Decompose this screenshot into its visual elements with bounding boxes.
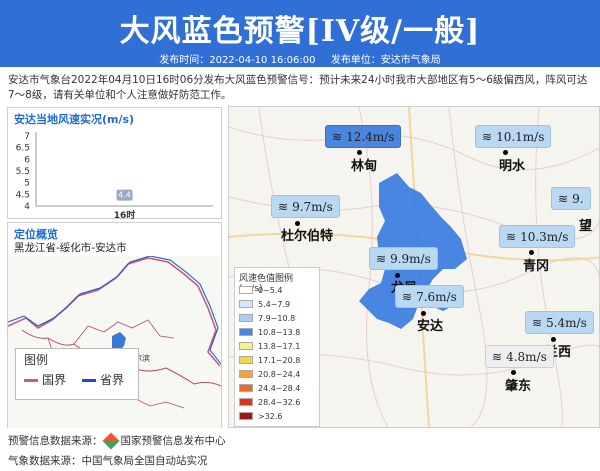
station-tag-longfeng[interactable]: ≋ 9.9m/s [369, 247, 438, 270]
station-tag-lanxi[interactable]: ≋ 5.4m/s [525, 311, 594, 334]
wind-legend-row: 17.1~20.8 [239, 355, 300, 365]
city-label-wang: 望 [579, 219, 593, 234]
legend-range: >32.6 [258, 411, 283, 421]
station-tag-lindian[interactable]: ≋ 12.4m/s [325, 125, 402, 148]
y-tick-label: 6.5 [16, 144, 30, 154]
y-tick-label: 6 [24, 155, 30, 165]
station-speed: 9. [572, 191, 584, 206]
publish-meta: 发布时间：2022-04-10 16:06:00 发布单位：安达市气象局 [0, 51, 600, 66]
legend-province-label: 省界 [100, 373, 125, 387]
station-speed: 10.3m/s [520, 229, 569, 244]
legend-swatch [239, 314, 253, 322]
legend-swatch [239, 412, 253, 420]
warning-source-org[interactable]: 国家预警信息发布中心 [121, 433, 226, 448]
station-speed: 4.8m/s [506, 349, 547, 364]
wind-speed-chart: 7 6.56 5.5 54.5 4 16时 4.4 [16, 132, 213, 219]
publisher: 发布单位：安达市气象局 [330, 55, 441, 66]
wind-icon: ≋ [278, 199, 289, 214]
city-label-mingshui: 明水 [499, 159, 526, 174]
wind-color-legend: 风速色值图例 (m/s) 0~5.4 5.4~7.9 7.9~10.8 10.8… [234, 267, 320, 427]
legend-swatch [239, 356, 253, 364]
legend-range: 10.8~13.8 [258, 327, 301, 337]
legend-range: 7.9~10.8 [258, 313, 296, 323]
country-line-swatch [24, 379, 38, 382]
publish-time: 发布时间：2022-04-10 16:06:00 [159, 55, 316, 66]
legend-swatch [239, 398, 253, 406]
wind-icon: ≋ [482, 129, 493, 144]
warning-source: 预警信息数据来源： 国家预警信息发布中心 [8, 432, 226, 449]
x-tick-label: 16时 [114, 209, 136, 219]
wind-legend-row: 28.4~32.6 [239, 397, 300, 407]
wind-legend-row: 5.4~7.9 [239, 299, 290, 309]
legend-range: 20.8~24.4 [258, 369, 301, 379]
warning-description: 安达市气象台2022年04月10日16时06分发布大风蓝色预警信号：预计未来24… [8, 74, 588, 101]
legend-range: 24.4~28.4 [258, 383, 301, 393]
station-tag-wang[interactable]: ≋ 9. [551, 187, 591, 210]
wind-icon: ≋ [376, 251, 387, 266]
legend-range: 5.4~7.9 [258, 299, 291, 309]
station-speed: 12.4m/s [346, 129, 395, 144]
city-label-lindian: 林甸 [351, 159, 378, 174]
city-label-anda: 安达 [417, 319, 444, 334]
weather-source: 气象数据来源：中国气象局全国自动站实况 [8, 455, 208, 467]
wind-icon: ≋ [558, 191, 569, 206]
wind-legend-row: 10.8~13.8 [239, 327, 300, 337]
station-tag-mingshui[interactable]: ≋ 10.1m/s [475, 125, 552, 148]
station-tag-zhaodong[interactable]: ≋ 4.8m/s [485, 345, 554, 368]
wind-legend-row: 7.9~10.8 [239, 313, 295, 323]
wind-icon: ≋ [506, 229, 517, 244]
legend-swatch [239, 370, 253, 378]
city-label-qinggang: 青冈 [523, 259, 550, 274]
legend-range: 13.8~17.1 [258, 341, 301, 351]
wind-icon: ≋ [492, 349, 503, 364]
station-tag-qinggang[interactable]: ≋ 10.3m/s [499, 225, 576, 248]
legend-swatch [239, 286, 253, 294]
legend-country-label: 国界 [42, 373, 67, 387]
station-speed: 9.7m/s [292, 199, 333, 214]
location-panel: 定位概览 黑龙江省-绥化市-安达市 哈尔滨 图例 国界 省界 [7, 222, 222, 428]
station-speed: 5.4m/s [546, 315, 587, 330]
wind-legend-row: 13.8~17.1 [239, 341, 300, 351]
legend-swatch [239, 342, 253, 350]
legend-swatch [239, 384, 253, 392]
legend-swatch [239, 328, 253, 336]
warning-source-label: 预警信息数据来源： [8, 435, 103, 447]
wind-speed-panel: 安达当地风速实况(m/s) 7 6.5 6 5.5 5 4.5 4 16时 4.4 [7, 107, 222, 219]
y-tick-label: 4 [24, 202, 30, 212]
wind-icon: ≋ [332, 129, 343, 144]
wind-legend-row: >32.6 [239, 411, 283, 421]
city-label-duerbote: 杜尔伯特 [281, 229, 334, 244]
province-line-swatch [82, 379, 96, 382]
station-speed: 10.1m/s [496, 129, 545, 144]
wind-legend-row: 20.8~24.4 [239, 369, 300, 379]
city-label-zhaodong: 肇东 [505, 379, 532, 394]
y-tick-label: 5 [24, 179, 30, 189]
wind-icon: ≋ [402, 289, 413, 304]
main-map[interactable]: ≋ 12.4m/s 林甸 ≋ 10.1m/s 明水 ≋ 9. 望 ≋ 9.7m/… [228, 106, 600, 428]
warning-title: 大风蓝色预警[IV级/一般] [119, 14, 481, 49]
station-speed: 7.6m/s [416, 289, 457, 304]
overview-map[interactable] [8, 256, 221, 428]
legend-range: 0~5.4 [258, 285, 283, 295]
wind-legend-row: 24.4~28.4 [239, 383, 300, 393]
overview-legend-title: 图例 [24, 353, 49, 367]
legend-range: 17.1~20.8 [258, 355, 301, 365]
y-tick-label: 5.5 [16, 167, 30, 177]
location-text: 黑龙江省-绥化市-安达市 [14, 242, 127, 254]
station-tag-anda[interactable]: ≋ 7.6m/s [395, 285, 464, 308]
wind-legend-row: 0~5.4 [239, 285, 283, 295]
station-speed: 9.9m/s [390, 251, 431, 266]
y-tick-label: 7 [24, 132, 30, 142]
legend-swatch [239, 300, 253, 308]
data-label: 4.4 [118, 191, 131, 200]
warning-center-logo-icon [102, 432, 119, 449]
header-banner: 大风蓝色预警[IV级/一般] 发布时间：2022-04-10 16:06:00 … [0, 0, 600, 67]
overview-legend: 图例 国界 省界 [15, 348, 139, 400]
legend-range: 28.4~32.6 [258, 397, 301, 407]
y-tick-label: 4.5 [16, 190, 30, 200]
station-tag-duerbote[interactable]: ≋ 9.7m/s [271, 195, 340, 218]
wind-icon: ≋ [532, 315, 543, 330]
